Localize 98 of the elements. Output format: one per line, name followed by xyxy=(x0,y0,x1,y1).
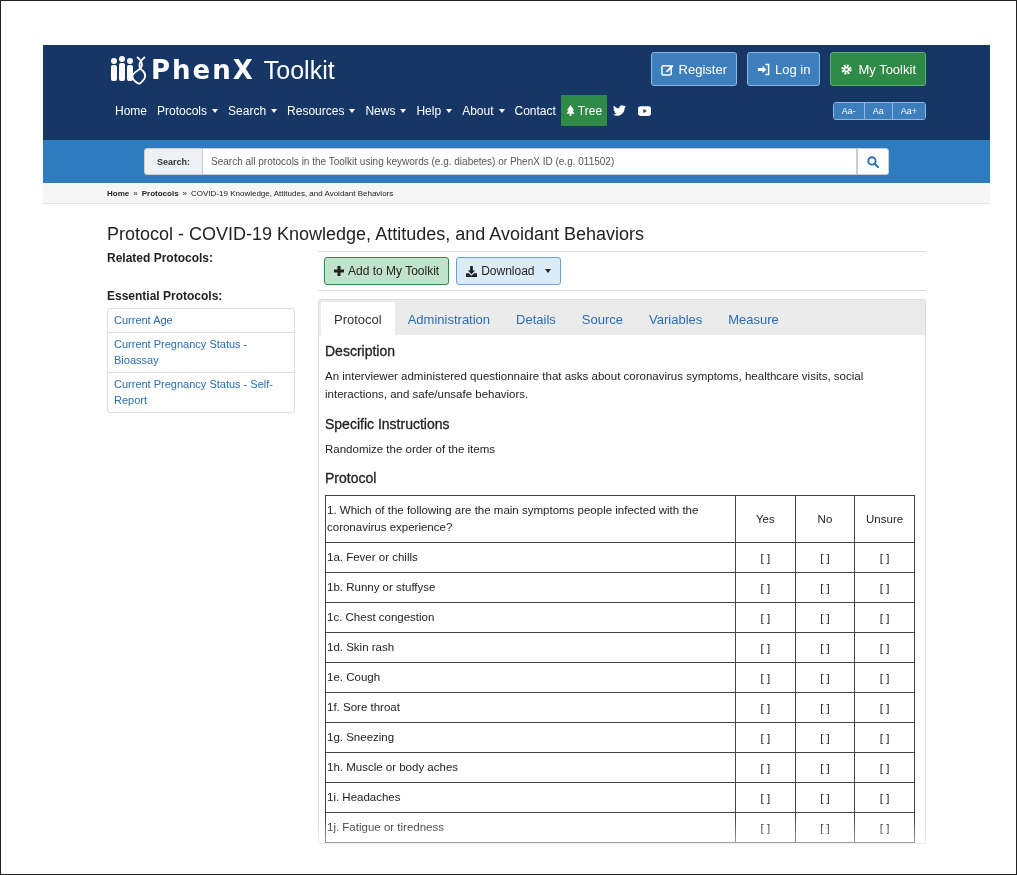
protocol-link[interactable]: Current Pregnancy Status - Bioassay xyxy=(108,332,294,373)
account-button[interactable]: Log in xyxy=(747,52,821,86)
table-cell: [ ] xyxy=(735,602,796,633)
bird-icon[interactable] xyxy=(613,105,627,116)
tree-icon xyxy=(565,105,575,116)
table-cell: [ ] xyxy=(735,662,796,693)
font-size-button[interactable]: Aa+ xyxy=(891,102,925,119)
nav-link[interactable]: News xyxy=(360,95,412,126)
gear-icon xyxy=(840,62,854,76)
table-cell: [ ] xyxy=(795,632,855,663)
search-field[interactable]: Search all protocols in the Toolkit using keywords (e.g. diabetes) or PhenX ID (e.g. 011502) xyxy=(203,148,857,175)
search-label: Search: xyxy=(144,148,204,175)
table-cell: [ ] xyxy=(795,542,855,573)
table-cell: [ ] xyxy=(795,782,855,813)
table-cell: [ ] xyxy=(795,752,855,783)
table-cell: [ ] xyxy=(854,572,915,603)
plus-icon xyxy=(334,266,344,276)
table-cell: 1b. Runny or stuffyse xyxy=(325,572,736,603)
search-button[interactable] xyxy=(857,148,889,175)
breadcrumb-separator: » xyxy=(182,188,188,198)
table-cell: 1e. Cough xyxy=(325,662,736,693)
table-cell: [ ] xyxy=(795,692,855,723)
table-header-cell: Unsure xyxy=(854,495,915,543)
table-cell: [ ] xyxy=(854,692,915,723)
section-text: An interviewer administered questionnaire that asks about coronavirus symptoms, healthcare visits, social interactions, and safe/unsafe behaviors. xyxy=(325,369,865,402)
breadcrumb-separator: » xyxy=(133,188,138,198)
tab[interactable]: Source xyxy=(568,302,637,335)
logo-brand[interactable]: PhenX xyxy=(151,55,255,85)
action-button[interactable]: Add to My Toolkit xyxy=(324,257,450,285)
table-cell: 1a. Fever or chills xyxy=(325,542,736,573)
table-cell: [ ] xyxy=(854,542,915,573)
table-cell: 1j. Fatigue or tiredness xyxy=(325,812,736,843)
play-icon[interactable] xyxy=(638,105,652,116)
table-cell: [ ] xyxy=(854,602,915,633)
section-heading: Protocol xyxy=(325,470,378,487)
nav-link[interactable]: About xyxy=(457,95,510,126)
table-cell: 1h. Muscle or body aches xyxy=(325,752,736,783)
tab[interactable]: Variables xyxy=(636,302,716,335)
search-icon xyxy=(867,155,879,168)
table-cell: [ ] xyxy=(854,812,915,843)
table-cell: [ ] xyxy=(795,662,855,693)
table-cell: [ ] xyxy=(854,752,915,783)
breadcrumb-item[interactable]: Home xyxy=(107,188,130,198)
table-cell: [ ] xyxy=(795,812,855,843)
table-cell: [ ] xyxy=(735,542,796,573)
sign-in-icon xyxy=(757,62,770,76)
download-icon xyxy=(466,265,478,277)
tab[interactable]: Administration xyxy=(394,302,504,335)
table-header-cell: No xyxy=(795,495,855,543)
table-cell: [ ] xyxy=(735,692,796,723)
nav-link[interactable]: Contact xyxy=(509,95,561,126)
table-cell: 1g. Sneezing xyxy=(325,722,736,753)
page-title: Protocol - COVID-19 Knowledge, Attitudes, and Avoidant Behaviors xyxy=(107,224,645,245)
table-cell: [ ] xyxy=(795,602,855,633)
table-cell: [ ] xyxy=(735,632,796,663)
table-cell: [ ] xyxy=(854,662,915,693)
table-cell: [ ] xyxy=(735,752,796,783)
font-size-button[interactable]: Aa- xyxy=(833,102,864,119)
edit-icon xyxy=(660,62,674,76)
tab[interactable]: Details xyxy=(503,302,569,335)
table-cell: [ ] xyxy=(854,632,915,663)
table-cell: [ ] xyxy=(795,722,855,753)
table-cell: [ ] xyxy=(735,572,796,603)
logo-product[interactable]: Toolkit xyxy=(263,55,335,85)
section-text: Randomize the order of the items xyxy=(325,441,497,457)
breadcrumb-item[interactable]: COVID-19 Knowledge, Attitudes, and Avoidant Behaviors xyxy=(191,188,394,198)
font-size-button[interactable]: Aa xyxy=(863,102,892,119)
nav-link[interactable]: Resources xyxy=(282,95,361,126)
tab[interactable]: Measure xyxy=(715,302,792,335)
account-button[interactable]: My Toolkit xyxy=(830,52,926,86)
nav-link[interactable]: Search xyxy=(223,95,283,126)
table-cell: 1i. Headaches xyxy=(325,782,736,813)
action-button[interactable]: Download xyxy=(456,257,561,285)
table-cell: [ ] xyxy=(735,812,796,843)
section-heading: Description xyxy=(325,343,397,359)
protocol-link[interactable]: Current Age xyxy=(108,309,294,333)
people-dna-icon xyxy=(109,55,149,85)
section-heading: Specific Instructions xyxy=(325,415,451,432)
table-cell: [ ] xyxy=(795,572,855,603)
table-cell: 1c. Chest congestion xyxy=(325,602,736,633)
sidebar-heading: Essential Protocols: xyxy=(107,289,224,303)
nav-link[interactable]: Protocols xyxy=(152,95,224,126)
nav-link[interactable]: Tree xyxy=(560,95,608,126)
breadcrumb-item[interactable]: Protocols xyxy=(141,188,179,198)
table-header-cell: 1. Which of the following are the main symptoms people infected with the coronavirus experience? xyxy=(325,495,736,543)
table-header-cell: Yes xyxy=(735,495,796,543)
tab[interactable]: Protocol xyxy=(321,302,395,335)
table-cell: [ ] xyxy=(854,722,915,753)
account-button[interactable]: Register xyxy=(650,52,737,86)
table-cell: [ ] xyxy=(735,782,796,813)
table-cell: [ ] xyxy=(854,782,915,813)
table-cell: [ ] xyxy=(735,722,796,753)
nav-link[interactable]: Home xyxy=(110,95,152,126)
table-cell: 1f. Sore throat xyxy=(325,692,736,723)
sidebar-heading: Related Protocols: xyxy=(107,251,215,265)
nav-link[interactable]: Help xyxy=(411,95,458,126)
table-cell: 1d. Skin rash xyxy=(325,632,736,663)
protocol-link[interactable]: Current Pregnancy Status - Self-Report xyxy=(108,372,294,412)
